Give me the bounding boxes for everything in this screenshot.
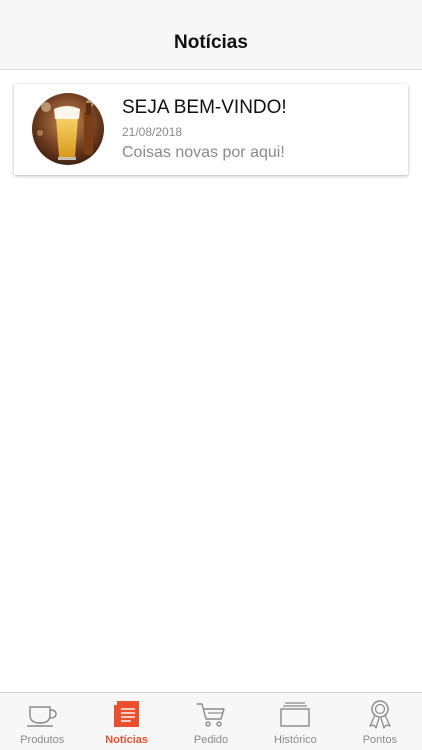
- tab-label: Histórico: [274, 734, 317, 746]
- news-date: 21/08/2018: [122, 125, 183, 139]
- coffee-cup-icon: [25, 699, 59, 729]
- tab-pedido[interactable]: Pedido: [169, 693, 253, 750]
- tab-label: Produtos: [20, 734, 65, 746]
- tab-noticias[interactable]: Notícias: [84, 693, 168, 750]
- award-icon: [363, 699, 397, 729]
- history-icon: [278, 699, 312, 729]
- newspaper-icon: [110, 699, 144, 729]
- news-thumbnail: [32, 93, 104, 165]
- app-screen: Notícias SEJA BEM-VINDO! 21/08/2018 Cois…: [0, 0, 422, 750]
- tab-label: Notícias: [105, 734, 148, 746]
- tab-label: Pontos: [362, 734, 397, 746]
- navigation-bar: Notícias: [0, 0, 422, 70]
- news-card[interactable]: SEJA BEM-VINDO! 21/08/2018 Coisas novas …: [14, 84, 408, 175]
- tab-historico[interactable]: Histórico: [253, 693, 337, 750]
- tab-pontos[interactable]: Pontos: [338, 693, 422, 750]
- tab-label: Pedido: [193, 734, 229, 746]
- news-summary: Coisas novas por aqui!: [122, 144, 285, 161]
- tab-produtos[interactable]: Produtos: [0, 693, 84, 750]
- page-title: Notícias: [174, 32, 248, 53]
- tab-bar: Produtos Notícias Pedido Histórico Ponto…: [0, 692, 422, 750]
- news-title: SEJA BEM-VINDO!: [122, 97, 287, 118]
- cart-icon: [194, 699, 228, 729]
